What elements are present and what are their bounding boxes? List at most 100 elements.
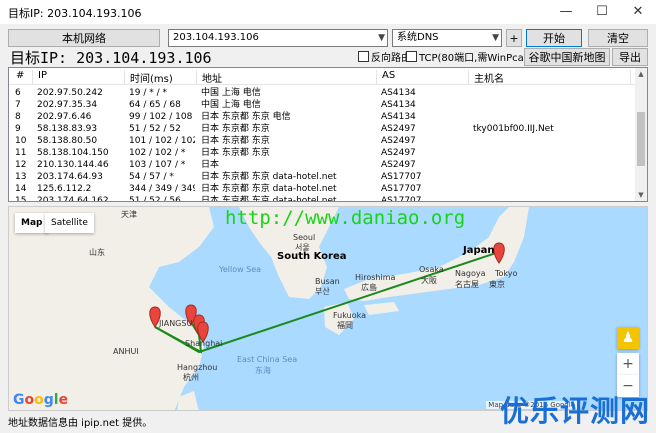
table-cell: 103 / 107 / * <box>129 160 186 170</box>
reverse-dns-checkbox[interactable]: 反向路由 <box>358 51 411 64</box>
window-title: 目标IP: 203.104.193.106 <box>8 7 142 20</box>
target-input[interactable]: 203.104.193.106 ▼ <box>168 29 388 47</box>
table-cell: 10 <box>15 136 27 146</box>
label-east-china-sea: East China Sea <box>237 355 298 364</box>
table-cell: AS2497 <box>381 160 416 170</box>
table-cell: 日本 东京都 东京 data-hotel.net <box>201 196 337 202</box>
table-cell: 日本 东京都 东京 <box>201 148 270 158</box>
table-row[interactable]: 13 203.174.64.93 54 / 57 / * 日本 东京都 东京 data… <box>9 171 635 183</box>
clear-button[interactable]: 清空 <box>588 29 648 47</box>
chevron-down-icon[interactable]: ▼ <box>378 30 385 46</box>
table-cell: AS2497 <box>381 136 416 146</box>
table-cell: 202.97.6.46 <box>37 112 92 122</box>
table-header: # IP 时间(ms) 地址 AS 主机名 <box>9 68 635 85</box>
route-table[interactable]: # IP 时间(ms) 地址 AS 主机名 6 202.97.50.242 19 / * / … <box>8 67 648 202</box>
dns-select-value: 系统DNS <box>397 32 439 43</box>
map-type-satellite-button[interactable]: Satellite <box>45 213 94 233</box>
title-bar: 目标IP: 203.104.193.106 — ☐ ✕ <box>0 0 656 24</box>
minimize-button[interactable]: — <box>548 0 584 24</box>
table-cell: 8 <box>15 112 21 122</box>
label-hangzhou-cn: 杭州 <box>183 373 199 382</box>
start-button[interactable]: 开始 <box>526 29 582 47</box>
label-nagoya: Nagoya <box>455 269 486 278</box>
table-cell: 日本 东京都 东京 data-hotel.net <box>201 172 337 182</box>
table-cell: 202.97.50.242 <box>37 88 103 98</box>
table-cell: AS4134 <box>381 100 416 110</box>
checkbox-icon[interactable] <box>358 51 369 62</box>
table-row[interactable]: 10 58.138.80.50 101 / 102 / 102 日本 东京都 东京 AS… <box>9 135 635 147</box>
table-cell: 51 / 52 / 56 <box>129 196 181 202</box>
table-cell: 101 / 102 / 102 <box>129 136 195 146</box>
chevron-down-icon[interactable]: ▼ <box>492 30 499 46</box>
table-row[interactable]: 9 58.138.83.93 51 / 52 / 52 日本 东京都 东京 AS2497… <box>9 123 635 135</box>
close-button[interactable]: ✕ <box>620 0 656 24</box>
vertical-scrollbar[interactable]: ▲ ▼ <box>635 68 647 201</box>
table-cell: 中国 上海 电信 <box>201 88 261 98</box>
toolbar: 本机网络 203.104.193.106 ▼ 系统DNS ▼ + 开始 清空 <box>8 29 648 49</box>
table-cell: 203.174.64.162 <box>37 196 109 202</box>
table-row[interactable]: 15 203.174.64.162 51 / 52 / 56 日本 东京都 东京 da… <box>9 195 635 202</box>
label-tianjin: 天津 <box>121 210 137 219</box>
label-tokyo-cn: 東京 <box>489 280 505 289</box>
table-cell: 日本 东京都 东京 <box>201 136 270 146</box>
label-tokyo: Tokyo <box>495 269 518 278</box>
table-cell: 125.6.112.2 <box>37 184 92 194</box>
label-japan: Japan <box>463 245 495 256</box>
table-row[interactable]: 8 202.97.6.46 99 / 102 / 108 日本 东京都 东京 电信 AS… <box>9 111 635 123</box>
table-cell: AS2497 <box>381 124 416 134</box>
column-header[interactable]: 主机名 <box>471 70 631 85</box>
column-header[interactable]: IP <box>35 70 125 84</box>
table-cell: 19 / * / * <box>129 88 167 98</box>
label-shanghai: Shanghai <box>185 339 223 348</box>
table-cell: 203.174.64.93 <box>37 172 103 182</box>
column-header[interactable]: 地址 <box>199 70 377 85</box>
dns-select[interactable]: 系统DNS ▼ <box>392 29 502 47</box>
table-cell: 14 <box>15 184 27 194</box>
export-button[interactable]: 导出 <box>612 48 648 66</box>
target-title: 目标IP: 203.104.193.106 <box>10 49 212 67</box>
label-south-korea: South Korea <box>277 251 347 262</box>
table-row[interactable]: 12 210.130.144.46 103 / 107 / * 日本 AS2497 <box>9 159 635 171</box>
local-network-button[interactable]: 本机网络 <box>8 29 160 47</box>
label-fukuoka-cn: 福岡 <box>337 321 353 330</box>
table-cell: 7 <box>15 100 21 110</box>
column-header[interactable]: AS <box>379 70 469 84</box>
table-cell: 9 <box>15 124 21 134</box>
table-row[interactable]: 14 125.6.112.2 344 / 349 / 349 日本 东京都 东京 da… <box>9 183 635 195</box>
add-button[interactable]: + <box>506 29 522 47</box>
table-cell: tky001bf00.IIJ.Net <box>473 124 554 134</box>
google-logo[interactable]: Google <box>13 392 68 408</box>
target-line: 目标IP: 203.104.193.106 反向路由 TCP(80端口,需Win… <box>8 47 648 67</box>
column-header[interactable]: # <box>13 70 33 84</box>
maximize-button[interactable]: ☐ <box>584 0 620 24</box>
table-cell: 6 <box>15 88 21 98</box>
map-type-map-button[interactable]: Map <box>15 213 49 233</box>
google-map-button[interactable]: 谷歌中国新地图 <box>524 48 610 66</box>
label-hiroshima: Hiroshima <box>355 273 396 282</box>
map-canvas <box>9 207 529 410</box>
route-map[interactable]: http://www.daniao.org Map Satellite 天津 S… <box>8 206 648 411</box>
table-cell: AS17707 <box>381 196 422 202</box>
table-cell: AS2497 <box>381 148 416 158</box>
table-cell: 15 <box>15 196 27 202</box>
label-hangzhou: Hangzhou <box>177 363 218 372</box>
table-cell: 51 / 52 / 52 <box>129 124 181 134</box>
scroll-down-icon[interactable]: ▼ <box>635 189 647 201</box>
checkbox-icon[interactable] <box>406 51 417 62</box>
table-cell: 102 / 102 / * <box>129 148 186 158</box>
table-cell: 344 / 349 / 349 <box>129 184 195 194</box>
table-row[interactable]: 7 202.97.35.34 64 / 65 / 68 中国 上海 电信 AS4134 <box>9 99 635 111</box>
table-row[interactable]: 6 202.97.50.242 19 / * / * 中国 上海 电信 AS4134 <box>9 87 635 99</box>
column-header[interactable]: 时间(ms) <box>127 70 197 85</box>
table-row[interactable]: 11 58.138.104.150 102 / 102 / * 日本 东京都 东京 AS… <box>9 147 635 159</box>
label-seoul: Seoul <box>293 233 316 242</box>
reverse-dns-label: 反向路由 <box>371 53 411 64</box>
zoom-in-button[interactable]: + <box>617 353 639 375</box>
label-busan-cn: 부산 <box>315 287 330 296</box>
pegman-icon[interactable]: ♟ <box>617 327 639 349</box>
label-osaka-cn: 大阪 <box>421 276 437 285</box>
scroll-up-icon[interactable]: ▲ <box>635 68 647 80</box>
table-cell: 64 / 65 / 68 <box>129 100 181 110</box>
scroll-thumb[interactable] <box>637 112 645 166</box>
table-cell: 99 / 102 / 108 <box>129 112 193 122</box>
